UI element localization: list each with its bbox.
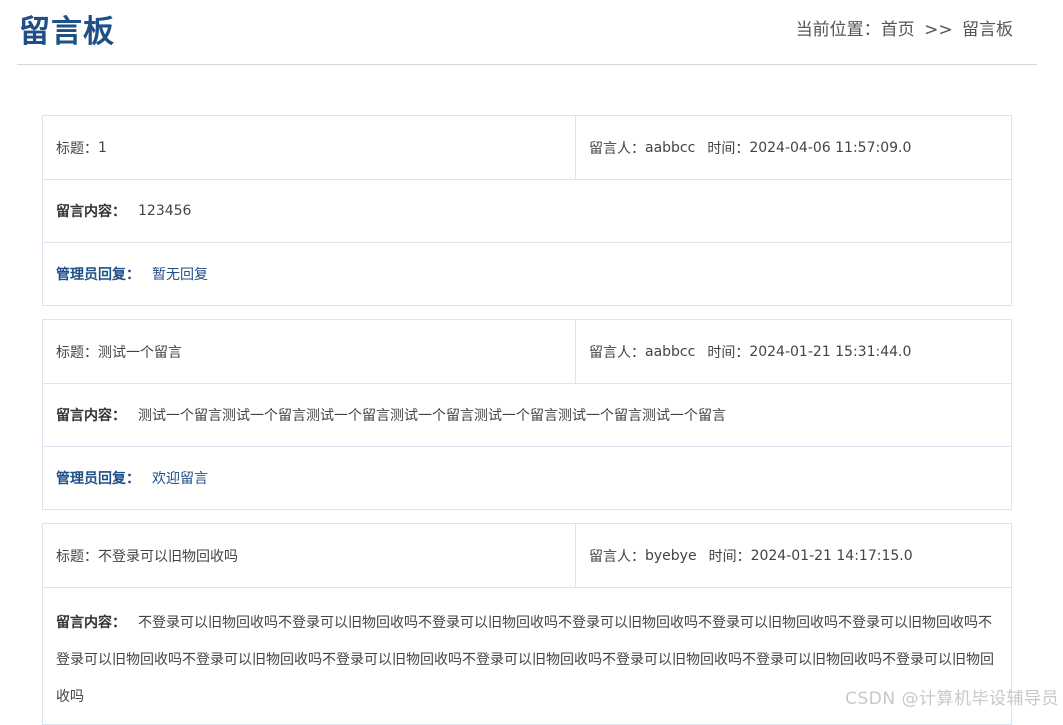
message-reply-row: 管理员回复： 暂无回复 [43,242,1011,305]
message-header-row: 标题： 不登录可以旧物回收吗 留言人： byebye 时间： 2024-01-21 14… [43,524,1011,587]
message-reply-row: 管理员回复： 欢迎留言 [43,446,1011,509]
message-reply: 暂无回复 [152,267,208,283]
content-label: 留言内容： [56,204,126,220]
message-time: 2024-01-21 14:17:15.0 [750,547,913,564]
message-content-row: 留言内容： 测试一个留言测试一个留言测试一个留言测试一个留言测试一个留言测试一个留… [43,383,1011,446]
message-reply: 欢迎留言 [152,471,208,487]
watermark: CSDN @计算机毕设辅导员 [845,689,1059,709]
message-title-cell: 标题： 不登录可以旧物回收吗 [43,524,576,587]
message-content-row: 留言内容： 123456 [43,179,1011,242]
message-author: aabbcc [645,343,696,360]
message-author: aabbcc [645,139,696,156]
message-header-row: 标题： 1 留言人： aabbcc 时间： 2024-04-06 11:57:09.0 [43,116,1011,179]
page-title: 留言板 [19,14,115,50]
breadcrumb-prefix: 当前位置： [795,20,881,40]
title-label: 标题： [56,548,98,565]
author-label: 留言人： [589,548,645,565]
page-header: 留言板 当前位置：首页 >> 留言板 [17,0,1037,65]
message-content: 123456 [138,203,192,219]
breadcrumb: 当前位置：首页 >> 留言板 [796,15,1013,40]
message-card: 标题： 1 留言人： aabbcc 时间： 2024-04-06 11:57:09.0 … [42,115,1012,306]
message-content: 测试一个留言测试一个留言测试一个留言测试一个留言测试一个留言测试一个留言测试一个… [138,408,726,424]
breadcrumb-home-link[interactable]: 首页 [881,20,915,40]
title-label: 标题： [56,140,98,157]
message-card: 标题： 测试一个留言 留言人： aabbcc 时间： 2024-01-21 15:31:… [42,319,1012,510]
reply-label: 管理员回复： [56,267,140,283]
message-title: 测试一个留言 [98,344,182,361]
reply-label: 管理员回复： [56,471,140,487]
title-label: 标题： [56,344,98,361]
message-time: 2024-04-06 11:57:09.0 [749,139,912,156]
message-title: 1 [98,139,107,156]
message-title-cell: 标题： 1 [43,116,576,179]
author-label: 留言人： [589,344,645,361]
content-label: 留言内容： [56,615,126,631]
message-author: byebye [645,547,697,564]
content-label: 留言内容： [56,408,126,424]
message-title: 不登录可以旧物回收吗 [98,548,238,565]
message-meta-cell: 留言人： aabbcc 时间： 2024-04-06 11:57:09.0 [576,116,1011,179]
message-title-cell: 标题： 测试一个留言 [43,320,576,383]
message-meta-cell: 留言人： aabbcc 时间： 2024-01-21 15:31:44.0 [576,320,1011,383]
author-label: 留言人： [589,140,645,157]
breadcrumb-current: 留言板 [962,20,1013,40]
message-meta-cell: 留言人： byebye 时间： 2024-01-21 14:17:15.0 [576,524,1011,587]
time-label: 时间： [707,140,750,157]
time-label: 时间： [707,344,750,361]
message-time: 2024-01-21 15:31:44.0 [749,343,912,360]
time-label: 时间： [708,548,751,565]
breadcrumb-separator: >> [924,20,953,40]
message-header-row: 标题： 测试一个留言 留言人： aabbcc 时间： 2024-01-21 15:31:… [43,320,1011,383]
